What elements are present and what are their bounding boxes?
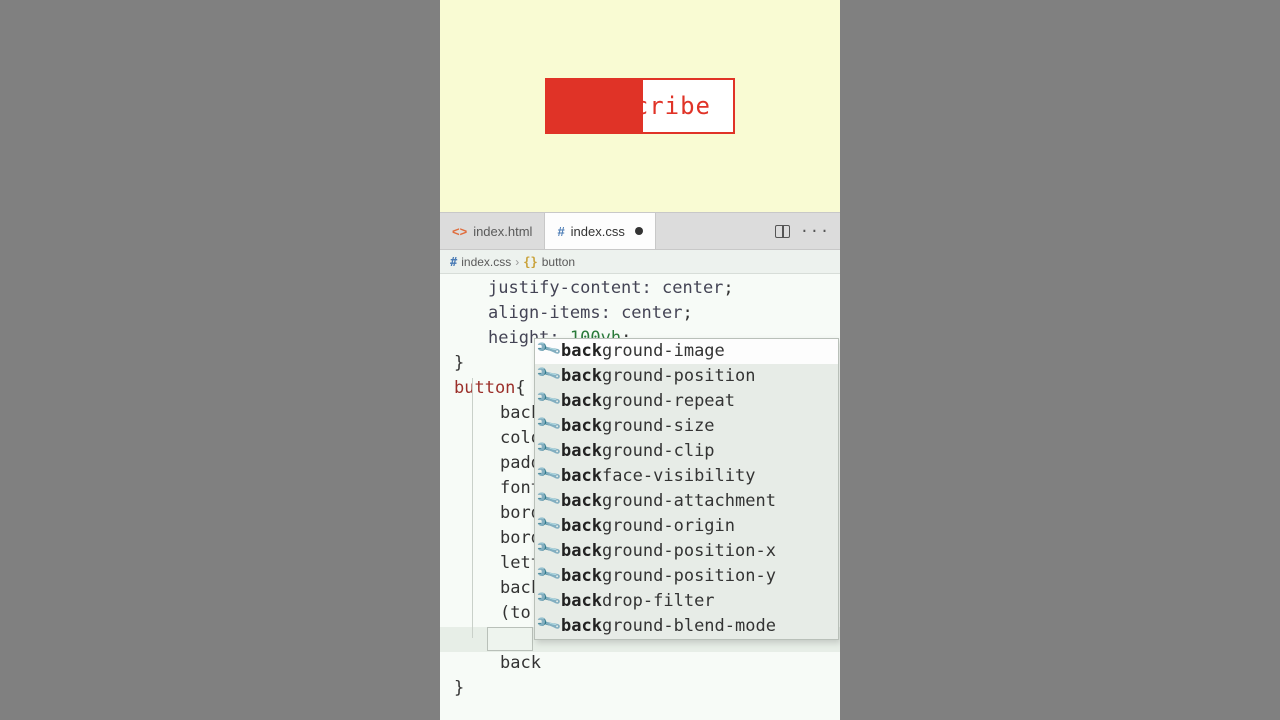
code-text: ; bbox=[682, 303, 692, 323]
tab-index-css[interactable]: # index.css bbox=[545, 213, 655, 249]
code-text: } bbox=[454, 678, 464, 698]
suggest-item[interactable]: 🔧background-blend-mode bbox=[535, 614, 838, 639]
suggest-match: back bbox=[561, 341, 602, 361]
editor-tabbar: <> index.html # index.css ··· bbox=[440, 212, 840, 250]
html-preview-area: cribe bbox=[440, 0, 840, 212]
code-text: align-items: bbox=[488, 303, 611, 323]
suggest-match: back bbox=[561, 516, 602, 536]
crumb-file[interactable]: index.css bbox=[461, 255, 511, 269]
suggest-tail: ground-position-y bbox=[602, 566, 776, 586]
suggest-match: back bbox=[561, 591, 602, 611]
suggest-item[interactable]: 🔧background-position-y bbox=[535, 564, 838, 589]
html-file-icon: <> bbox=[452, 224, 467, 239]
suggest-match: back bbox=[561, 616, 602, 636]
suggest-tail: ground-blend-mode bbox=[602, 616, 776, 636]
suggest-match: back bbox=[561, 466, 602, 486]
subscribe-fill bbox=[545, 78, 643, 134]
autocomplete-popup: 🔧background-image 🔧background-position 🔧… bbox=[534, 338, 839, 640]
suggest-tail: ground-image bbox=[602, 341, 725, 361]
suggest-item[interactable]: 🔧background-position-x bbox=[535, 539, 838, 564]
subscribe-button[interactable]: cribe bbox=[545, 78, 735, 134]
tab-label: index.css bbox=[571, 224, 625, 239]
breadcrumb: # index.css › {} button bbox=[440, 250, 840, 274]
code-text: ; bbox=[723, 278, 733, 298]
wrench-icon: 🔧 bbox=[534, 612, 560, 642]
split-editor-icon[interactable] bbox=[775, 225, 790, 238]
unsaved-dot-icon bbox=[635, 227, 643, 235]
suggest-item[interactable]: 🔧backdrop-filter bbox=[535, 589, 838, 614]
suggest-match: back bbox=[561, 391, 602, 411]
suggest-item[interactable]: 🔧background-position bbox=[535, 364, 838, 389]
suggest-match: back bbox=[561, 366, 602, 386]
code-editor[interactable]: justify-content: center; align-items: ce… bbox=[440, 274, 840, 720]
suggest-tail: ground-position bbox=[602, 366, 756, 386]
selector-icon: {} bbox=[523, 255, 537, 269]
phone-viewport: cribe <> index.html # index.css ··· # in… bbox=[440, 0, 840, 720]
code-text: back bbox=[500, 653, 541, 673]
suggest-item[interactable]: 🔧backface-visibility bbox=[535, 464, 838, 489]
suggest-tail: ground-attachment bbox=[602, 491, 776, 511]
suggest-tail: face-visibility bbox=[602, 466, 756, 486]
code-text: } bbox=[454, 353, 464, 373]
suggest-item[interactable]: 🔧background-repeat bbox=[535, 389, 838, 414]
suggest-match: back bbox=[561, 566, 602, 586]
suggest-match: back bbox=[561, 491, 602, 511]
suggest-tail: ground-clip bbox=[602, 441, 715, 461]
suggest-item[interactable]: 🔧background-origin bbox=[535, 514, 838, 539]
css-file-icon: # bbox=[557, 224, 564, 239]
code-text: justify-content: bbox=[488, 278, 652, 298]
tabbar-actions: ··· bbox=[765, 213, 840, 249]
suggest-tail: ground-size bbox=[602, 416, 715, 436]
suggest-match: back bbox=[561, 441, 602, 461]
suggest-tail: ground-position-x bbox=[602, 541, 776, 561]
current-word-box bbox=[487, 627, 533, 651]
code-text: { bbox=[515, 378, 525, 398]
code-text: center bbox=[652, 278, 724, 298]
suggest-match: back bbox=[561, 416, 602, 436]
suggest-item[interactable]: 🔧background-size bbox=[535, 414, 838, 439]
more-actions-icon[interactable]: ··· bbox=[800, 224, 830, 239]
suggest-tail: ground-repeat bbox=[602, 391, 735, 411]
suggest-tail: drop-filter bbox=[602, 591, 715, 611]
suggest-item[interactable]: 🔧background-image bbox=[535, 339, 838, 364]
subscribe-label: cribe bbox=[634, 92, 711, 120]
code-text: button bbox=[454, 378, 515, 398]
suggest-item[interactable]: 🔧background-attachment bbox=[535, 489, 838, 514]
suggest-item[interactable]: 🔧background-clip bbox=[535, 439, 838, 464]
tab-label: index.html bbox=[473, 224, 532, 239]
suggest-match: back bbox=[561, 541, 602, 561]
crumb-selector[interactable]: button bbox=[542, 255, 575, 269]
code-text: center bbox=[611, 303, 683, 323]
css-file-icon: # bbox=[450, 255, 457, 269]
indent-guide bbox=[472, 378, 473, 638]
tab-index-html[interactable]: <> index.html bbox=[440, 213, 545, 249]
chevron-right-icon: › bbox=[515, 255, 519, 269]
suggest-tail: ground-origin bbox=[602, 516, 735, 536]
